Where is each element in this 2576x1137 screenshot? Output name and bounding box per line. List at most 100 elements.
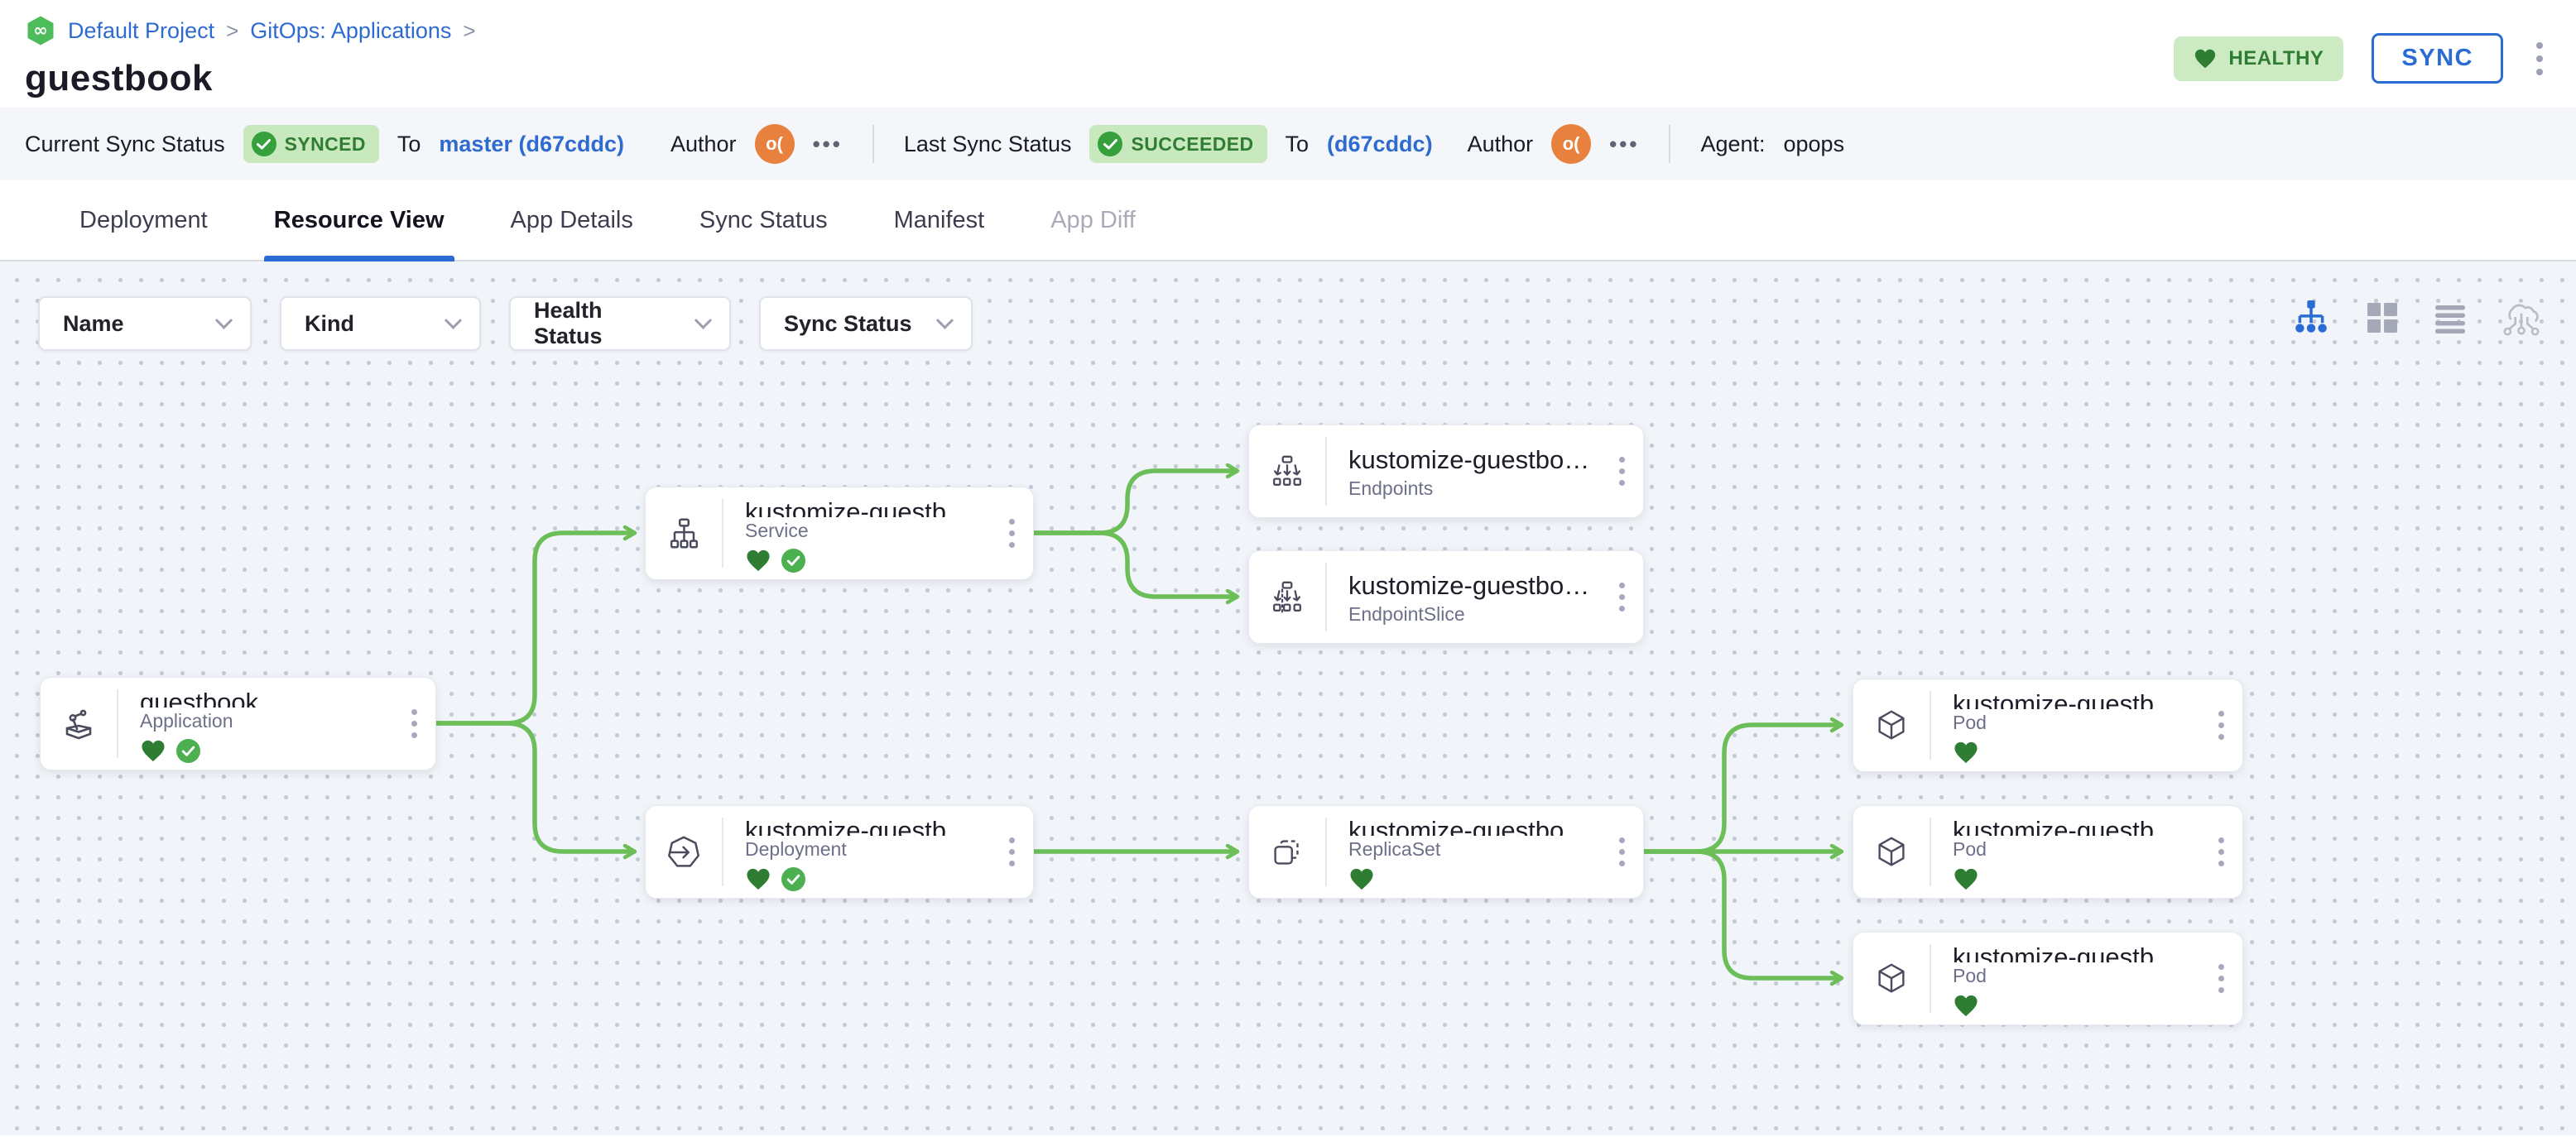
commit-message-ellipsis[interactable]: ••• bbox=[813, 132, 843, 157]
node-service[interactable]: kustomize-guestbook-ui Service bbox=[645, 487, 1034, 580]
node-kind: Deployment bbox=[745, 838, 847, 861]
filter-health-status-dropdown[interactable]: Health Status bbox=[509, 296, 731, 351]
resource-graph-canvas[interactable]: Name Kind Health Status Sync Status gues… bbox=[0, 261, 2576, 1135]
node-kind: Application bbox=[140, 710, 233, 732]
page-header: ∞ Default Project > GitOps: Applications… bbox=[0, 0, 2576, 108]
node-kebab-menu-icon[interactable] bbox=[1600, 806, 1643, 898]
agent-value: opops bbox=[1783, 131, 1845, 156]
author-avatar[interactable]: o( bbox=[1551, 124, 1592, 164]
node-endpoints[interactable]: kustomize-guestbook-ui Endpoints bbox=[1248, 425, 1644, 518]
breadcrumb-section[interactable]: GitOps: Applications bbox=[250, 18, 451, 44]
node-title: kustomize-guestbook-ui-... bbox=[1953, 689, 2193, 710]
node-kind: EndpointSlice bbox=[1348, 603, 1465, 626]
node-deployment[interactable]: kustomize-guestbook-ui Deployment bbox=[645, 805, 1034, 899]
node-kebab-menu-icon[interactable] bbox=[392, 678, 435, 770]
node-title: kustomize-guestbook-ui bbox=[745, 497, 983, 518]
node-kebab-menu-icon[interactable] bbox=[990, 487, 1033, 579]
deployment-icon bbox=[646, 806, 722, 898]
succeeded-badge: SUCCEEDED bbox=[1089, 125, 1267, 163]
list-view-icon[interactable] bbox=[2432, 300, 2468, 336]
view-toolbar bbox=[2290, 298, 2543, 338]
grid-view-icon[interactable] bbox=[2364, 300, 2401, 336]
current-sync-status-label: Current Sync Status bbox=[25, 131, 225, 156]
last-revision-link[interactable]: (d67cddc) bbox=[1327, 132, 1433, 157]
tab-manifest[interactable]: Manifest bbox=[861, 180, 1018, 260]
tab-sync-status[interactable]: Sync Status bbox=[666, 180, 861, 260]
node-title: kustomize-guestbook-ui-... bbox=[1953, 816, 2193, 837]
healthy-heart-icon bbox=[1954, 741, 1978, 764]
healthy-heart-icon bbox=[747, 549, 770, 572]
replicaset-icon bbox=[1249, 806, 1325, 898]
pod-icon bbox=[1853, 806, 1930, 898]
chevron-down-icon bbox=[935, 311, 954, 329]
node-pod-3[interactable]: kustomize-guestbook-ui-... Pod bbox=[1853, 932, 2243, 1025]
endpointslice-icon bbox=[1249, 551, 1325, 643]
node-title: kustomize-guestbook-ui bbox=[1348, 445, 1593, 475]
tree-view-icon[interactable] bbox=[2290, 300, 2333, 336]
node-pod-2[interactable]: kustomize-guestbook-ui-... Pod bbox=[1853, 805, 2243, 899]
breadcrumb-project[interactable]: Default Project bbox=[68, 18, 214, 44]
node-kebab-menu-icon[interactable] bbox=[2199, 933, 2242, 1024]
tab-app-details[interactable]: App Details bbox=[478, 180, 666, 260]
node-application-guestbook[interactable]: guestbook Application bbox=[40, 677, 436, 770]
filter-name-dropdown[interactable]: Name bbox=[38, 296, 252, 351]
filter-sync-status-dropdown[interactable]: Sync Status bbox=[759, 296, 973, 351]
node-kind: Service bbox=[745, 520, 809, 542]
to-label: To bbox=[1285, 131, 1310, 156]
author-label: Author bbox=[1467, 131, 1534, 156]
agent-label: Agent: bbox=[1700, 131, 1766, 156]
healthy-heart-icon bbox=[747, 868, 770, 890]
filter-bar: Name Kind Health Status Sync Status bbox=[38, 296, 973, 351]
healthy-heart-icon bbox=[1350, 868, 1373, 890]
tab-bar: Deployment Resource View App Details Syn… bbox=[0, 180, 2576, 261]
filter-kind-dropdown[interactable]: Kind bbox=[280, 296, 481, 351]
node-kind: Pod bbox=[1953, 838, 1987, 861]
health-badge-label: HEALTHY bbox=[2228, 46, 2324, 70]
synced-check-icon bbox=[176, 739, 200, 763]
sync-button[interactable]: SYNC bbox=[2372, 33, 2503, 84]
commit-message-ellipsis[interactable]: ••• bbox=[1609, 132, 1639, 157]
succeeded-badge-label: SUCCEEDED bbox=[1131, 132, 1254, 155]
filter-health-status-label: Health Status bbox=[534, 298, 603, 348]
node-kebab-menu-icon[interactable] bbox=[2199, 679, 2242, 771]
last-sync-status-label: Last Sync Status bbox=[903, 131, 1072, 156]
node-kind: Pod bbox=[1953, 712, 1987, 734]
node-kebab-menu-icon[interactable] bbox=[1600, 551, 1643, 643]
node-kebab-menu-icon[interactable] bbox=[2199, 806, 2242, 898]
breadcrumb-separator: > bbox=[226, 17, 239, 43]
header-kebab-menu-icon[interactable] bbox=[2531, 37, 2548, 80]
node-endpointslice[interactable]: kustomize-guestbook-ui-... EndpointSlice bbox=[1248, 550, 1644, 644]
cloud-view-icon[interactable] bbox=[2500, 298, 2543, 338]
check-circle-icon bbox=[251, 132, 276, 156]
application-icon bbox=[41, 678, 117, 770]
to-label: To bbox=[396, 131, 421, 156]
node-title: kustomize-guestbook-ui-... bbox=[1953, 943, 2193, 963]
pod-icon bbox=[1853, 679, 1930, 771]
node-replicaset[interactable]: kustomize-guestbook-ui-... ReplicaSet bbox=[1248, 805, 1644, 899]
healthy-heart-icon bbox=[1954, 995, 1978, 1017]
synced-check-icon bbox=[781, 867, 805, 891]
synced-badge-label: SYNCED bbox=[284, 132, 366, 155]
current-revision-link[interactable]: master (d67cddc) bbox=[439, 132, 624, 157]
node-title: kustomize-guestbook-ui bbox=[745, 816, 983, 837]
health-status-badge: HEALTHY bbox=[2174, 36, 2344, 81]
node-kebab-menu-icon[interactable] bbox=[1600, 425, 1643, 517]
tab-resource-view[interactable]: Resource View bbox=[241, 180, 478, 261]
author-avatar[interactable]: o( bbox=[754, 124, 795, 164]
gitops-infinity-icon: ∞ bbox=[25, 15, 56, 46]
tab-deployment[interactable]: Deployment bbox=[46, 180, 241, 260]
node-kind: Pod bbox=[1953, 965, 1987, 987]
author-label: Author bbox=[670, 131, 737, 156]
pod-icon bbox=[1853, 933, 1930, 1024]
filter-sync-status-label: Sync Status bbox=[784, 310, 912, 336]
node-kebab-menu-icon[interactable] bbox=[990, 806, 1033, 898]
svg-text:∞: ∞ bbox=[33, 21, 48, 41]
tab-app-diff: App Diff bbox=[1050, 206, 1136, 233]
chevron-down-icon bbox=[214, 311, 233, 329]
node-kind: ReplicaSet bbox=[1348, 838, 1441, 861]
chevron-down-icon bbox=[694, 311, 713, 329]
node-pod-1[interactable]: kustomize-guestbook-ui-... Pod bbox=[1853, 679, 2243, 772]
breadcrumb-separator: > bbox=[463, 17, 476, 43]
node-title: kustomize-guestbook-ui-... bbox=[1348, 816, 1593, 837]
chevron-down-icon bbox=[444, 311, 463, 329]
